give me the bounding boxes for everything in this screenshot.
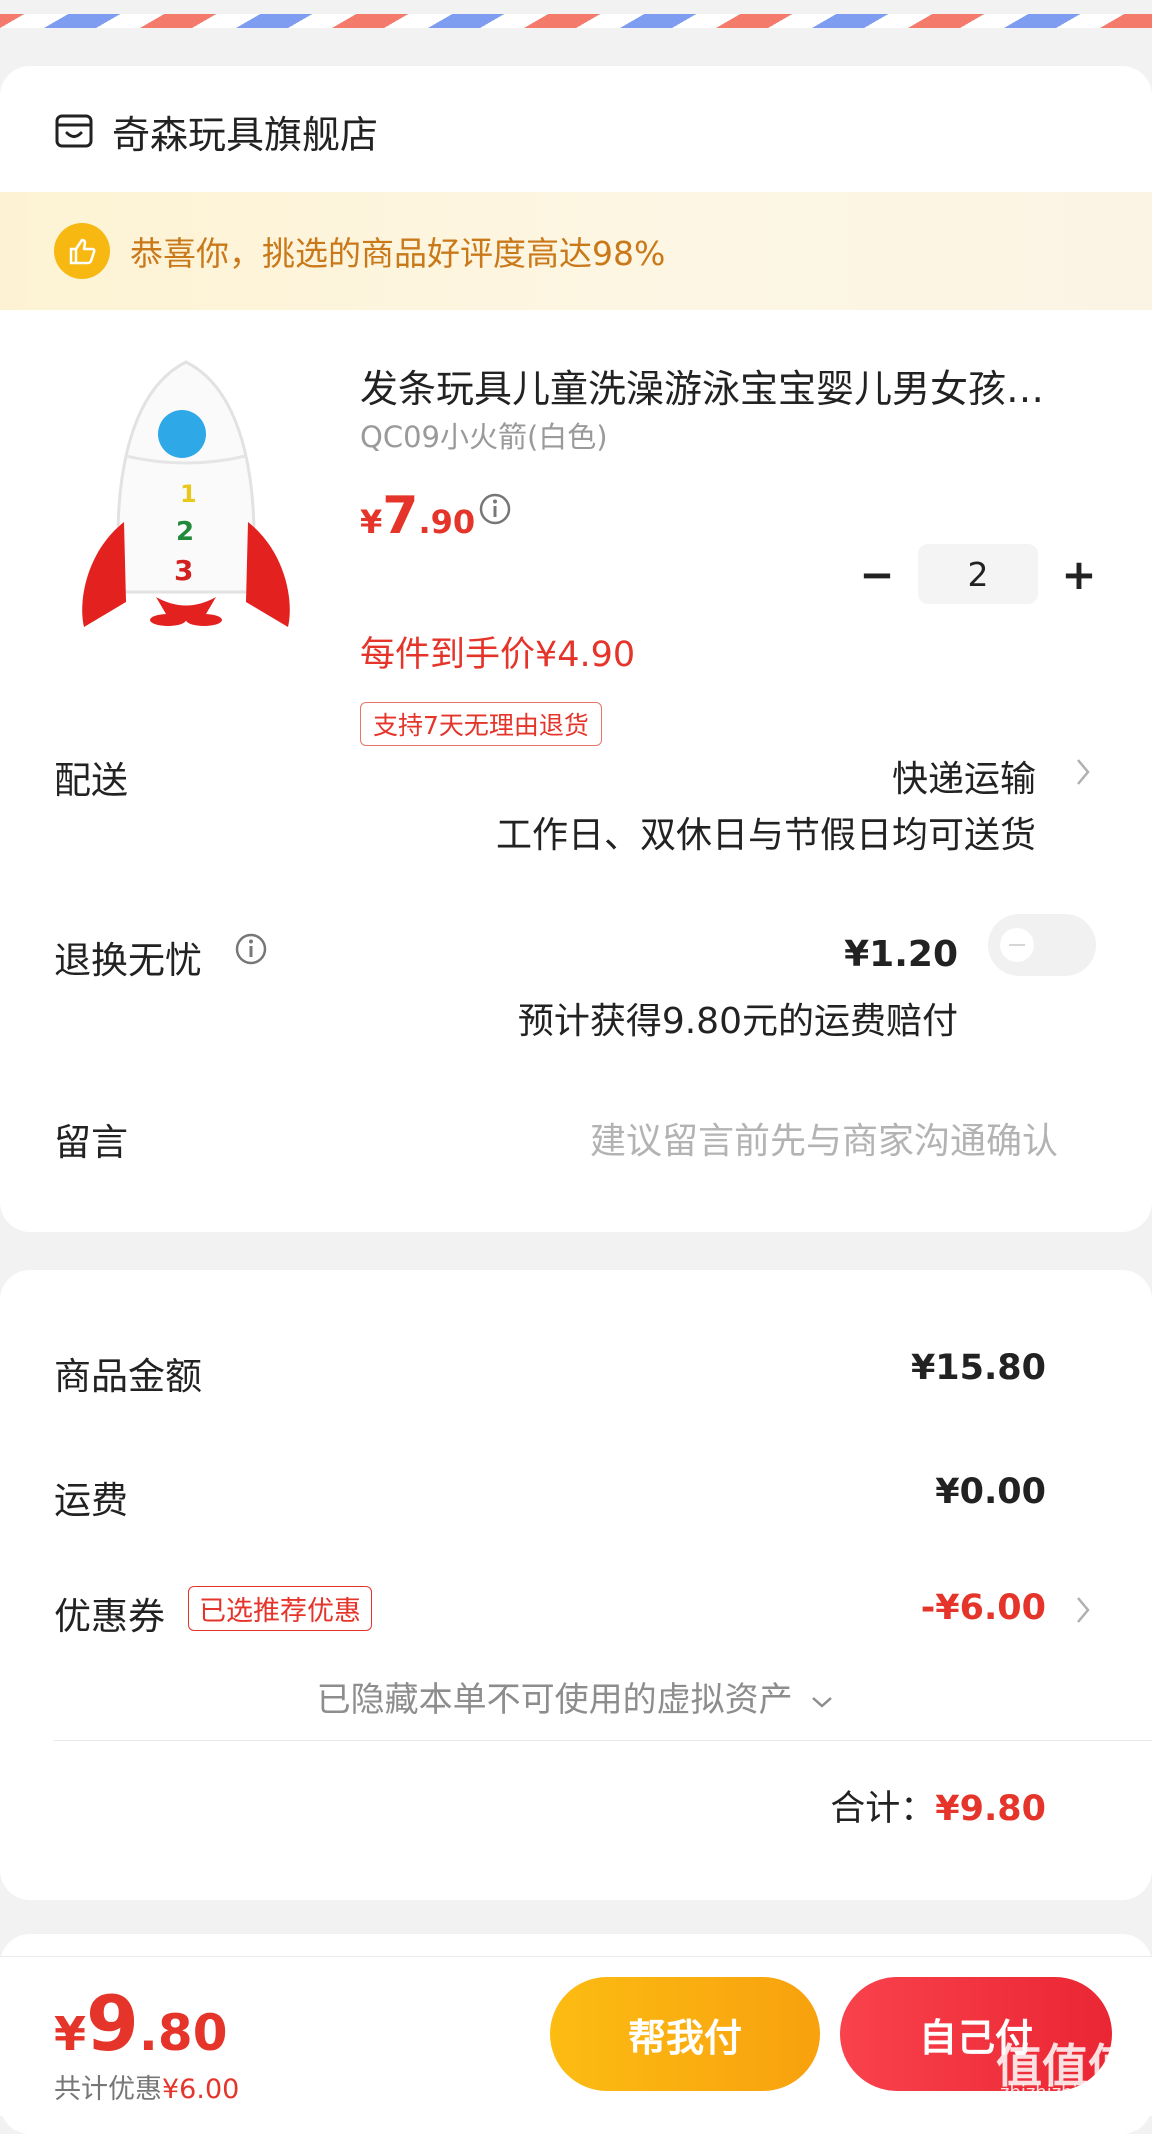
total-label: 合计： bbox=[830, 1789, 936, 1829]
return-insurance-toggle[interactable] bbox=[988, 914, 1096, 976]
coupon-chevron-right-icon[interactable] bbox=[1072, 1592, 1094, 1628]
savings-amount: ¥6.00 bbox=[162, 2074, 240, 2105]
hidden-assets-text: 已隐藏本单不可使用的虚拟资产 bbox=[316, 1680, 793, 1720]
coupon-label: 优惠券 bbox=[54, 1595, 165, 1638]
delivery-label: 配送 bbox=[54, 759, 128, 802]
svg-text:1: 1 bbox=[180, 480, 197, 508]
product-image[interactable]: 1 2 3 bbox=[56, 352, 316, 692]
store-name: 奇森玩具旗舰店 bbox=[112, 112, 379, 157]
chevron-down-icon bbox=[812, 1696, 833, 1708]
order-card: 奇森玩具旗舰店 恭喜你，挑选的商品好评度高达98% 1 2 3 发条玩具儿童洗澡… bbox=[0, 66, 1152, 1232]
return-policy-tag: 支持7天无理由退货 bbox=[360, 702, 602, 746]
goods-amount-label: 商品金额 bbox=[54, 1355, 202, 1398]
checkout-integer: 9 bbox=[86, 1979, 139, 2068]
coupon-value[interactable]: -¥6.00 bbox=[921, 1588, 1046, 1628]
rating-banner-text: 恭喜你，挑选的商品好评度高达98% bbox=[130, 234, 666, 273]
checkout-bar: ¥ 9 .80 共计优惠¥6.00 帮我付 自己付 bbox=[0, 1956, 1152, 2116]
coupon-tag: 已选推荐优惠 bbox=[188, 1586, 372, 1631]
price-integer: 7 bbox=[382, 486, 419, 546]
svg-text:3: 3 bbox=[174, 554, 193, 587]
shipping-value: ¥0.00 bbox=[935, 1472, 1046, 1512]
return-insurance-price: ¥1.20 bbox=[844, 934, 958, 975]
quantity-stepper: − 2 + bbox=[850, 544, 1106, 604]
price-info-icon[interactable] bbox=[478, 492, 512, 526]
total-row: 合计： ¥9.80 bbox=[830, 1780, 1046, 1831]
message-label: 留言 bbox=[54, 1121, 128, 1164]
help-pay-button[interactable]: 帮我付 bbox=[550, 1977, 820, 2091]
product-spec[interactable]: QC09小火箭(白色) bbox=[360, 414, 608, 456]
checkout-total: ¥ 9 .80 bbox=[54, 1979, 227, 2068]
message-input[interactable]: 建议留言前先与商家沟通确认 bbox=[590, 1112, 1058, 1164]
total-savings: 共计优惠¥6.00 bbox=[54, 2067, 239, 2106]
price-decimal: .90 bbox=[418, 503, 476, 541]
savings-label: 共计优惠 bbox=[54, 2074, 162, 2105]
deal-price: 每件到手价¥4.90 bbox=[360, 635, 636, 675]
checkout-currency: ¥ bbox=[54, 2007, 87, 2061]
svg-text:2: 2 bbox=[176, 517, 194, 547]
envelope-stripe bbox=[0, 0, 1152, 28]
total-value: ¥9.80 bbox=[935, 1789, 1046, 1829]
summary-card: 商品金额 ¥15.80 运费 ¥0.00 优惠券 已选推荐优惠 -¥6.00 已… bbox=[0, 1270, 1152, 1900]
store-row[interactable]: 奇森玩具旗舰店 bbox=[54, 106, 379, 157]
return-insurance-note: 预计获得9.80元的运费赔付 bbox=[517, 1001, 958, 1042]
watermark-url: zhizhizhi.com bbox=[1000, 2082, 1122, 2103]
quantity-input[interactable]: 2 bbox=[918, 544, 1038, 604]
price-currency: ¥ bbox=[360, 503, 383, 541]
hidden-assets-toggle[interactable]: 已隐藏本单不可使用的虚拟资产 bbox=[0, 1672, 1152, 1721]
decrease-button[interactable]: − bbox=[850, 547, 904, 601]
goods-amount-value: ¥15.80 bbox=[910, 1348, 1046, 1388]
delivery-method[interactable]: 快递运输 bbox=[892, 750, 1036, 802]
return-insurance-label: 退换无忧 bbox=[54, 939, 202, 982]
shipping-label: 运费 bbox=[54, 1479, 128, 1522]
delivery-chevron-right-icon[interactable] bbox=[1072, 754, 1094, 790]
divider bbox=[54, 1740, 1152, 1741]
product-title[interactable]: 发条玩具儿童洗澡游泳宝宝婴儿男女孩… bbox=[360, 358, 1080, 413]
checkout-decimal: .80 bbox=[138, 2004, 228, 2062]
rating-banner: 恭喜你，挑选的商品好评度高达98% bbox=[0, 192, 1152, 310]
delivery-note: 工作日、双休日与节假日均可送货 bbox=[495, 815, 1036, 856]
thumbs-up-icon bbox=[54, 223, 110, 279]
return-insurance-info-icon[interactable] bbox=[234, 932, 268, 966]
product-price: ¥ 7 .90 bbox=[360, 486, 475, 546]
toggle-knob bbox=[1000, 928, 1034, 962]
increase-button[interactable]: + bbox=[1052, 547, 1106, 601]
store-icon bbox=[55, 114, 93, 148]
